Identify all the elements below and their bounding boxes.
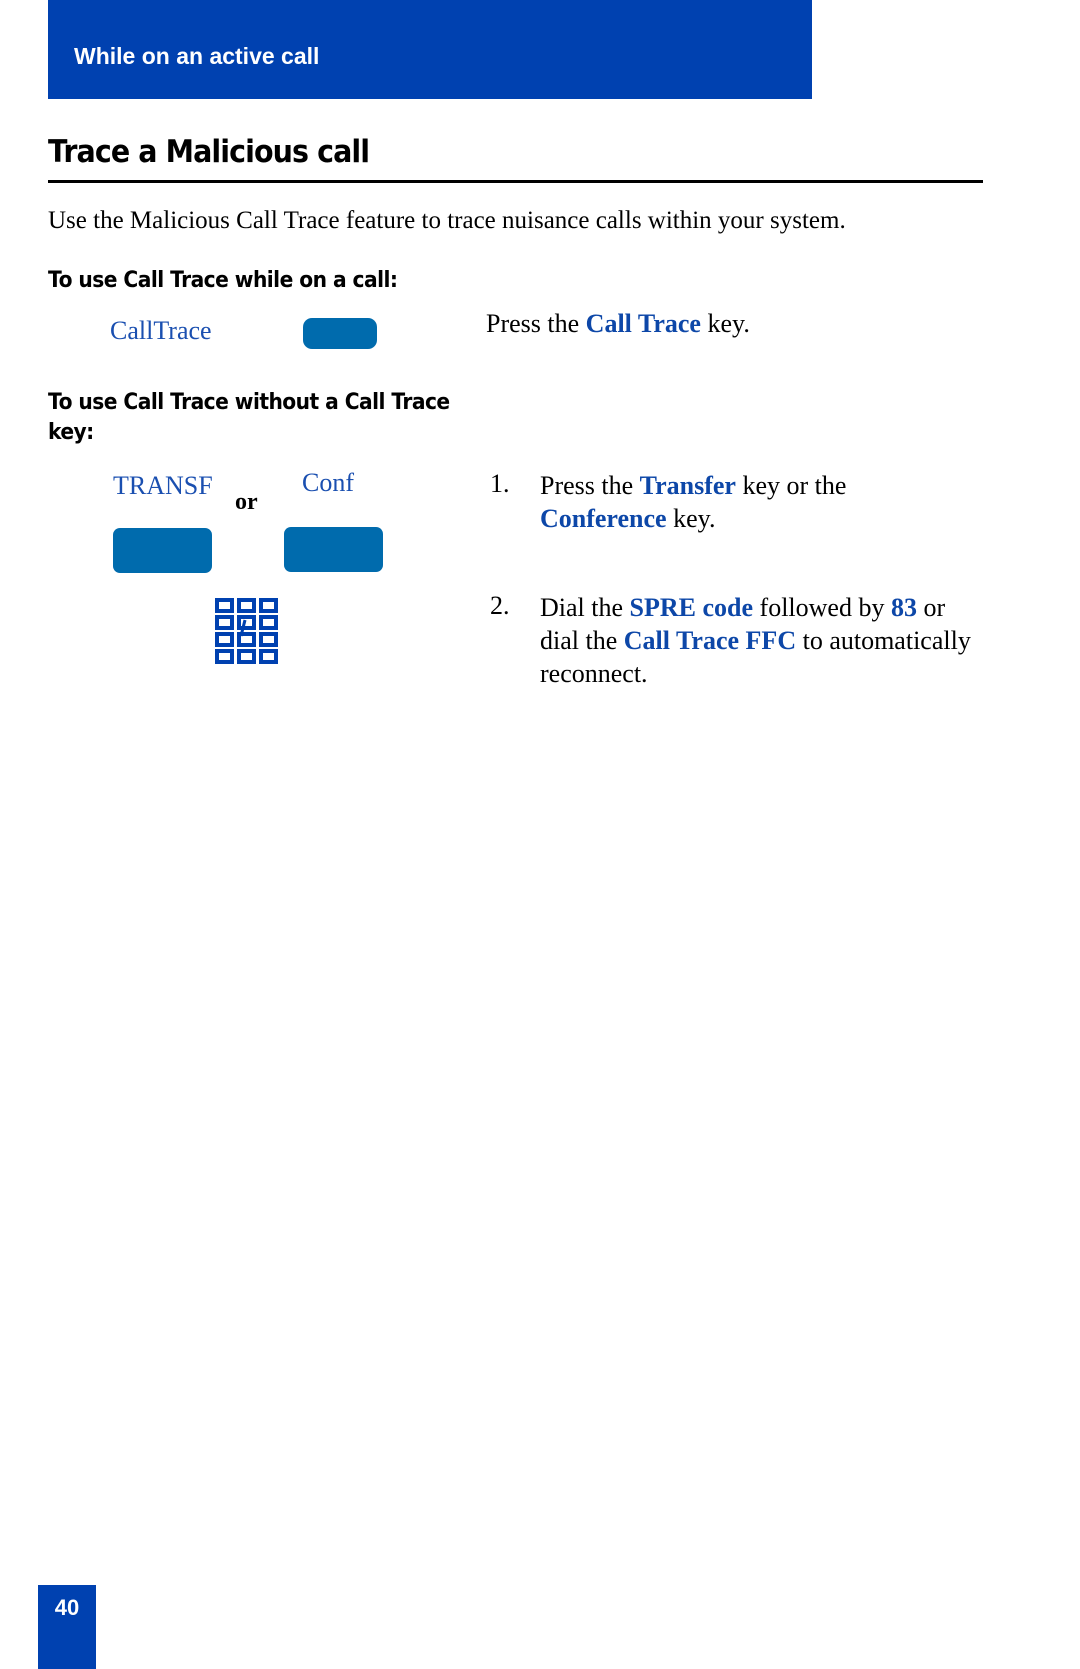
conference-key-button[interactable] [284,527,383,572]
step-1-text: Press the Transfer key or the Conference… [540,469,960,535]
step-highlight: SPRE code [629,593,754,622]
page-number-tab: 40 [38,1585,96,1669]
step-text: key or the [735,471,847,500]
subheading-with-key: To use Call Trace while on a call: [48,268,398,293]
step-text: key. [666,504,716,533]
section-title: While on an active call [74,43,320,69]
step-highlight: Conference [540,504,667,533]
step-number: 2. [490,591,510,620]
calltrace-instruction: Press the Call Trace key. [486,307,750,340]
or-label: or [235,489,258,515]
dialpad-icon [215,598,279,669]
instruction-text: Press the [486,309,586,338]
page-title: Trace a Malicious call [48,134,370,170]
subheading-without-key: To use Call Trace without a Call Trace k… [48,390,450,445]
step-text: Press the [540,471,640,500]
intro-paragraph: Use the Malicious Call Trace feature to … [48,207,846,234]
page-number: 40 [54,1595,80,1620]
calltrace-key-label: CallTrace [110,316,212,345]
transfer-key-button[interactable] [113,528,212,573]
conference-key-label: Conf [302,468,354,497]
transfer-key-label: TRANSF [113,471,213,500]
step-highlight: 83 [890,593,917,622]
step-text: Dial the [540,593,630,622]
step-text: followed by [753,593,891,622]
step-number: 1. [490,469,510,498]
instruction-text: key. [700,309,750,338]
instruction-highlight: Call Trace [585,309,701,338]
section-header-bar: While on an active call [48,0,812,99]
calltrace-key-button[interactable] [303,318,377,349]
step-highlight: Transfer [639,471,736,500]
title-divider [48,180,983,183]
step-highlight: Call Trace FFC [623,626,797,655]
step-2-text: Dial the SPRE code followed by 83 or dia… [540,591,980,690]
